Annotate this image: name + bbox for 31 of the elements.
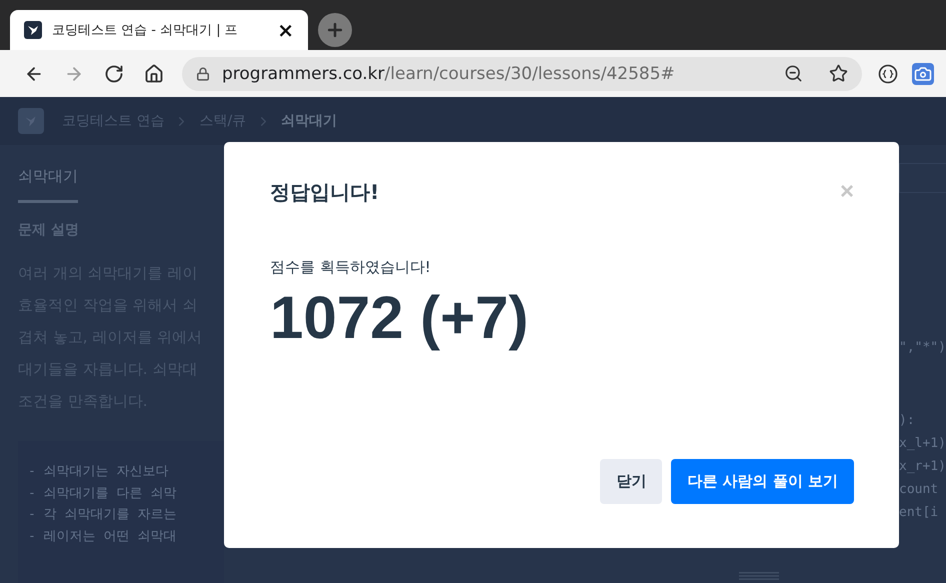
plus-icon xyxy=(325,20,345,40)
code-line: count xyxy=(899,481,940,499)
score-message: 점수를 획득하였습니다! xyxy=(270,258,432,277)
address-bar[interactable]: programmers.co.kr/learn/courses/30/lessons/42585# xyxy=(182,56,862,90)
zoom-out-icon[interactable] xyxy=(784,64,803,83)
close-dialog-button[interactable]: 닫기 xyxy=(600,459,662,504)
view-solutions-button[interactable]: 다른 사람의 풀이 보기 xyxy=(671,459,854,504)
score-value: 1072 (+7) xyxy=(270,283,530,352)
condition-line: - 레이저는 어떤 쇠막대 xyxy=(28,528,178,546)
code-line: ent[i xyxy=(899,504,940,522)
code-line: x_l+1) xyxy=(899,435,946,453)
bird-logo-icon xyxy=(24,21,42,39)
camera-icon[interactable] xyxy=(912,62,934,84)
code-line: ","*") xyxy=(899,339,946,357)
breadcrumb-link[interactable]: 쇠막대기 xyxy=(281,112,338,130)
resize-handle-icon xyxy=(739,572,779,580)
condition-line: - 각 쇠막대기를 자르는 xyxy=(28,506,178,524)
condition-line: - 쇠막대기는 자신보다 xyxy=(28,463,170,481)
new-tab-button[interactable] xyxy=(318,13,352,47)
problem-tab[interactable]: 쇠막대기 xyxy=(18,167,78,203)
code-line: x_r+1) xyxy=(899,458,946,476)
dialog-title: 정답입니다! xyxy=(270,178,380,206)
tab-close-button[interactable]: × xyxy=(277,18,294,42)
lock-icon xyxy=(196,66,210,80)
star-icon[interactable] xyxy=(829,64,848,83)
condition-line: - 쇠막대기를 다른 쇠막 xyxy=(28,484,178,502)
tab-title: 코딩테스트 연습 - 쇠막대기 | 프 xyxy=(52,22,239,39)
extension-icon[interactable] xyxy=(878,64,898,84)
browser-tab[interactable]: 코딩테스트 연습 - 쇠막대기 | 프 × xyxy=(10,10,308,50)
url-text: programmers.co.kr/learn/courses/30/lessons/42585# xyxy=(222,64,676,84)
code-line: ): xyxy=(899,412,916,430)
